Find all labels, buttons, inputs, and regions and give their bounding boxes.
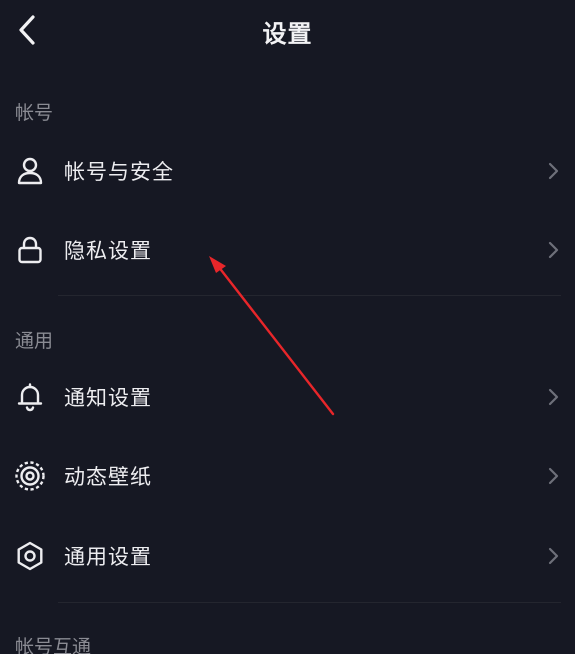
settings-item-privacy[interactable]: 隐私设置 [0, 218, 575, 282]
chevron-right-icon [545, 387, 561, 407]
page-title: 设置 [262, 20, 313, 48]
settings-item-label: 隐私设置 [64, 239, 152, 263]
person-icon [14, 155, 46, 187]
section-divider [58, 295, 561, 296]
section-label-general: 通用 [15, 330, 54, 352]
gear-icon [14, 540, 46, 572]
settings-item-general-settings[interactable]: 通用设置 [0, 524, 575, 588]
settings-item-label: 通用设置 [64, 545, 152, 569]
lock-icon [14, 234, 46, 266]
settings-item-live-wallpaper[interactable]: 动态壁纸 [0, 444, 575, 508]
settings-item-label: 动态壁纸 [64, 465, 152, 489]
header-bar: 设置 [0, 0, 575, 62]
chevron-right-icon [545, 161, 561, 181]
settings-item-account-security[interactable]: 帐号与安全 [0, 139, 575, 203]
section-label-account-linking: 帐号互通 [15, 636, 92, 654]
chevron-right-icon [545, 240, 561, 260]
chevron-right-icon [545, 546, 561, 566]
settings-item-label: 通知设置 [64, 386, 152, 410]
settings-screen: 设置 帐号 帐号与安全 隐私设置 通用 通知设置 动态壁纸 通用设置 帐号互通 [0, 0, 575, 654]
settings-item-notifications[interactable]: 通知设置 [0, 365, 575, 429]
section-label-account: 帐号 [15, 102, 54, 124]
section-divider [58, 602, 561, 603]
chevron-right-icon [545, 466, 561, 486]
settings-item-label: 帐号与安全 [64, 160, 174, 184]
bell-icon [14, 381, 46, 413]
live-wallpaper-icon [14, 460, 46, 492]
